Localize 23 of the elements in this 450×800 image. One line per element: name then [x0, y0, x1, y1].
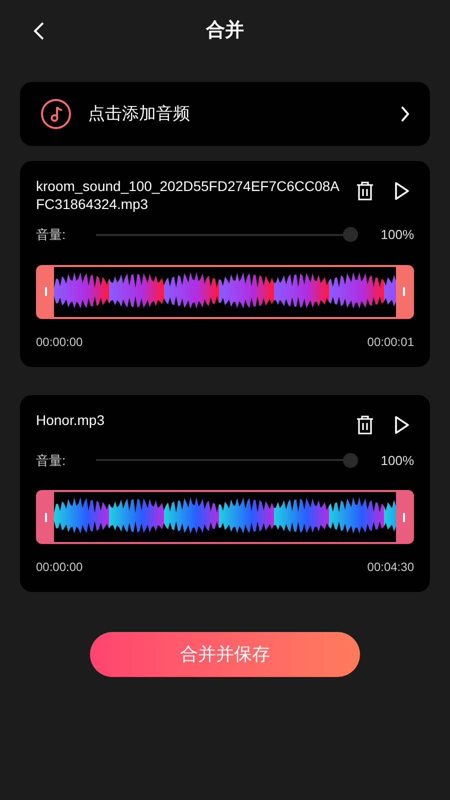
back-icon	[32, 21, 46, 41]
play-icon	[394, 414, 410, 434]
volume-slider-thumb[interactable]	[343, 452, 358, 468]
page-title: 合并	[206, 18, 244, 43]
play-icon	[394, 181, 410, 201]
trash-icon	[356, 181, 374, 201]
end-time: 00:04:30	[367, 559, 414, 576]
volume-slider-thumb[interactable]	[343, 227, 358, 242]
chevron-right-icon	[400, 105, 410, 123]
volume-slider[interactable]	[96, 452, 358, 468]
volume-label: 音量:	[36, 226, 67, 244]
end-time: 00:00:01	[367, 334, 414, 350]
add-audio-button[interactable]: 点击添加音频	[20, 82, 430, 146]
volume-slider[interactable]	[96, 226, 358, 243]
track-name: Honor.mp3	[36, 410, 106, 428]
volume-reading: 100%	[380, 452, 414, 470]
music-note-icon	[40, 98, 72, 130]
track-name: kroom_sound_100_202D55FD274EF7C6CC08AFC31864324.mp3	[36, 177, 340, 213]
volume-label: 音量:	[36, 452, 67, 470]
trash-icon	[356, 414, 374, 434]
volume-reading: 100%	[380, 226, 414, 244]
start-time: 00:00:00	[36, 334, 83, 350]
start-time: 00:00:00	[36, 559, 83, 576]
